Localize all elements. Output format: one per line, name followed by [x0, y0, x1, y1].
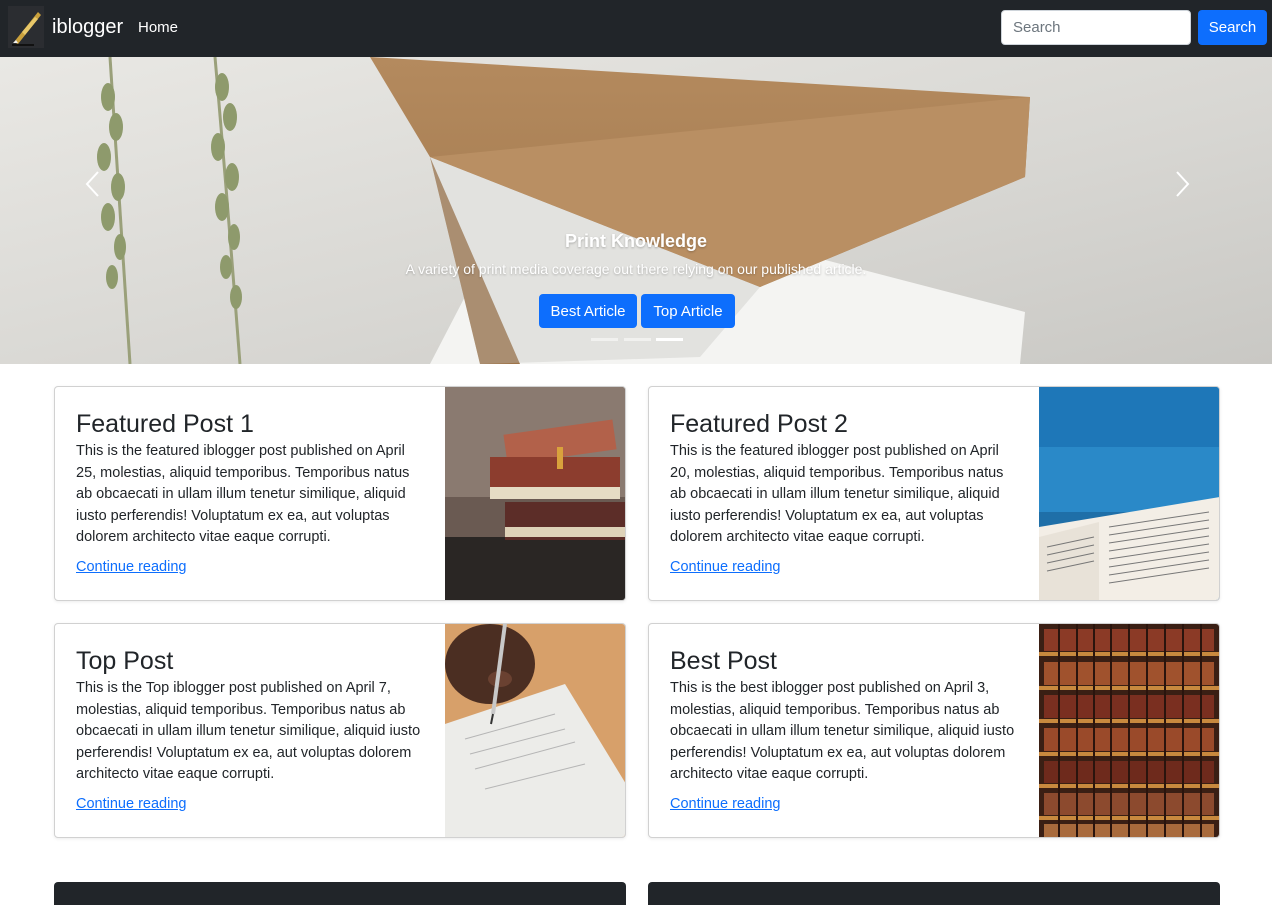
post-title: Top Post	[76, 647, 174, 675]
carousel-prev-icon[interactable]	[78, 169, 108, 199]
continue-reading-link[interactable]: Continue reading	[670, 796, 780, 812]
books-stack-image	[445, 387, 625, 600]
carousel-indicator-1[interactable]	[591, 338, 618, 341]
carousel-next-icon[interactable]	[1167, 169, 1197, 199]
post-excerpt: This is the best iblogger post published…	[670, 680, 1015, 783]
search-input[interactable]	[1001, 10, 1191, 45]
open-book-sea-image	[1039, 387, 1219, 600]
continue-reading-link[interactable]: Continue reading	[76, 559, 186, 575]
hero-subtitle: A variety of print media coverage out th…	[405, 261, 867, 277]
post-card: Featured Post 1 This is the featured ibl…	[54, 386, 626, 601]
best-article-button[interactable]: Best Article	[539, 294, 637, 328]
post-title: Best Post	[670, 647, 777, 675]
post-excerpt: This is the featured iblogger post publi…	[670, 443, 1004, 546]
top-navbar: iblogger Home Search	[0, 0, 1272, 57]
top-article-button[interactable]: Top Article	[641, 294, 735, 328]
brand-name[interactable]: iblogger	[52, 15, 123, 39]
quill-pen-logo-icon[interactable]	[8, 6, 44, 48]
carousel-indicator-2[interactable]	[624, 338, 651, 341]
continue-reading-link[interactable]: Continue reading	[670, 559, 780, 575]
bottom-panel-left	[54, 882, 626, 905]
post-card: Featured Post 2 This is the featured ibl…	[648, 386, 1220, 601]
nav-link-home[interactable]: Home	[138, 18, 178, 38]
post-card: Top Post This is the Top iblogger post p…	[54, 623, 626, 838]
hero-carousel: Print Knowledge A variety of print media…	[0, 57, 1272, 364]
hero-title: Print Knowledge	[564, 231, 707, 251]
hand-writing-image	[445, 624, 625, 837]
post-card: Best Post This is the best iblogger post…	[648, 623, 1220, 838]
bottom-panel-right	[648, 882, 1220, 905]
post-title: Featured Post 2	[670, 410, 848, 438]
search-button[interactable]: Search	[1198, 10, 1267, 45]
bookshelf-image	[1039, 624, 1219, 837]
post-title: Featured Post 1	[76, 410, 254, 438]
continue-reading-link[interactable]: Continue reading	[76, 796, 186, 812]
carousel-indicator-3[interactable]	[656, 338, 683, 341]
post-excerpt: This is the Top iblogger post published …	[76, 680, 421, 783]
post-excerpt: This is the featured iblogger post publi…	[76, 443, 410, 546]
